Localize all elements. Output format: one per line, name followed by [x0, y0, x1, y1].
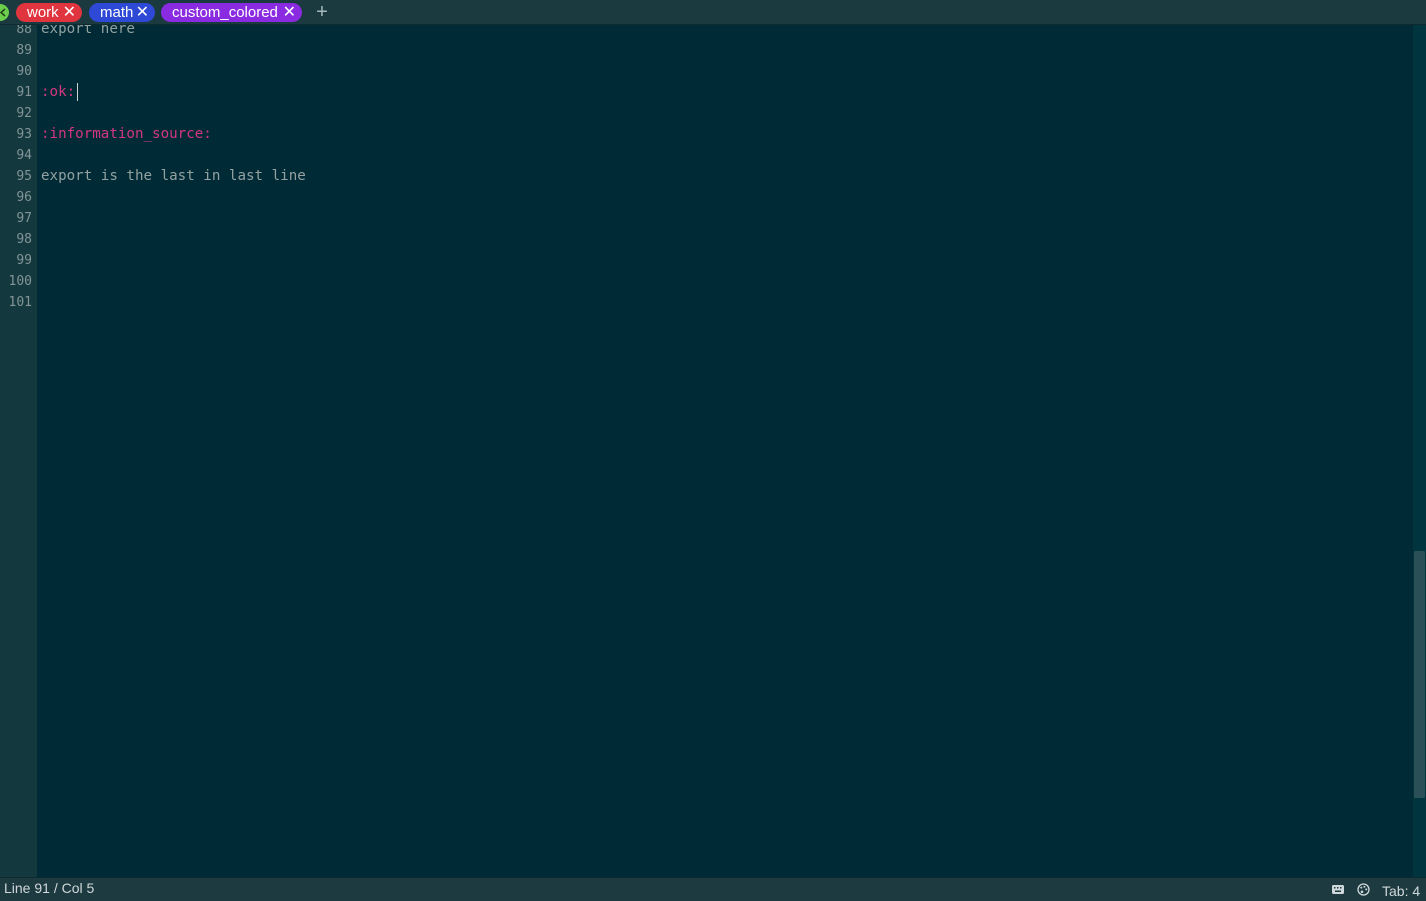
line-number: 91: [16, 85, 32, 100]
line-number: 101: [8, 295, 32, 310]
close-icon[interactable]: ✕: [283, 3, 296, 22]
line-number: 90: [16, 64, 32, 79]
text-editor[interactable]: 88 89 90 91 92 93 94 95 96 97 98 99 100 …: [0, 25, 1426, 877]
add-tab-button[interactable]: +: [314, 2, 330, 22]
tab-label: math: [100, 4, 134, 21]
status-bar: Line 91 / Col 5 Tab: 4: [0, 877, 1426, 901]
chevron-icon: [0, 8, 6, 17]
line-number: 94: [16, 148, 32, 163]
cursor-position[interactable]: Line 91 / Col 5: [4, 879, 94, 897]
line-number: 95: [16, 169, 32, 184]
line-number-gutter: 88 89 90 91 92 93 94 95 96 97 98 99 100 …: [0, 25, 37, 877]
code-line: export is the last in last line: [41, 168, 306, 184]
line-number: 99: [16, 253, 32, 268]
code-line-emoji: :ok:: [41, 84, 76, 100]
line-number: 100: [8, 274, 32, 289]
tab-width-indicator[interactable]: Tab: 4: [1382, 882, 1420, 900]
palette-icon[interactable]: [1357, 883, 1370, 896]
tab-custom-colored[interactable]: custom_colored ✕: [161, 3, 302, 22]
line-number: 88: [16, 25, 32, 37]
line-number: 98: [16, 232, 32, 247]
collapse-button[interactable]: [0, 4, 9, 21]
line-number: 96: [16, 190, 32, 205]
line-number: 97: [16, 211, 32, 226]
keyboard-icon[interactable]: [1332, 885, 1344, 894]
text-cursor: [77, 83, 78, 101]
scrollbar-thumb[interactable]: [1414, 551, 1425, 798]
code-line: export here: [41, 25, 135, 37]
tab-work[interactable]: work ✕: [16, 3, 82, 22]
tab-label: work: [27, 4, 59, 21]
vertical-scrollbar[interactable]: [1413, 25, 1426, 877]
code-line-emoji: :information_source:: [41, 126, 212, 142]
line-number: 89: [16, 43, 32, 58]
line-number: 92: [16, 106, 32, 121]
tab-math[interactable]: math ✕: [89, 3, 155, 22]
tab-label: custom_colored: [172, 4, 278, 21]
tab-bar: work ✕ math ✕ custom_colored ✕ +: [0, 0, 1426, 25]
close-icon[interactable]: ✕: [136, 3, 149, 22]
line-number: 93: [16, 127, 32, 142]
close-icon[interactable]: ✕: [63, 3, 76, 22]
